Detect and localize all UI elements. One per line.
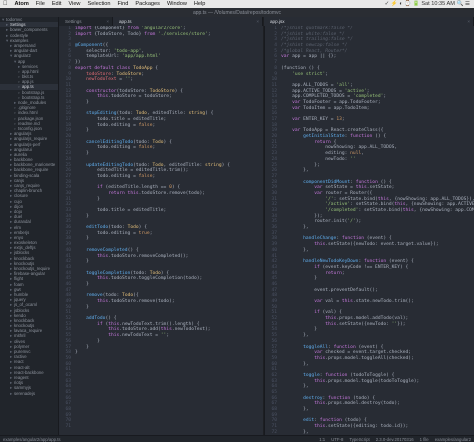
code-area[interactable]: /*jshint quotmark:false *//*jshint white… [281,26,474,435]
menu-find[interactable]: Find [118,1,129,7]
tab-label: app.ts [119,19,132,24]
menu-file[interactable]: File [36,1,45,7]
menu-edit[interactable]: Edit [52,1,62,7]
tab-app-jsx[interactable]: app.jsx × [264,17,474,26]
status-files[interactable]: 1 file [420,437,429,442]
window-title: app.ts — /Volumes/Data/repos/todomvc [0,8,474,17]
close-icon[interactable]: × [256,17,259,26]
menu-help[interactable]: Help [194,1,206,7]
tab-label: Settings [65,19,82,24]
status-ts-version[interactable]: 2.3.0-dev.20170316 [376,437,414,442]
tab-settings[interactable]: Settings × [59,17,113,26]
left-pane-tabs: Settings × app.ts × [59,17,263,26]
status-encoding[interactable]: UTF-8 [331,437,343,442]
menubar-status: ✓ ⚡ ◐ ⌚ 🔋 Sat 10:35 AM 🔍 ☰ [384,1,470,7]
menu-items: Atom File Edit View Selection Find Packages Win… [15,1,206,7]
tab-label: app.jsx [270,19,285,24]
menu-selection[interactable]: Selection [87,1,110,7]
right-editor-pane[interactable]: 1 2 3 4 5 6 7 8 9 10 11 12 13 14 15 16 17 18 19 20 21 22 23 24 2… [264,26,474,435]
status-branch[interactable]: examples/angular2 [435,437,471,442]
menu-atom[interactable]: Atom [15,1,29,7]
status-file-path[interactable]: examples/angular2/app/app.ts [3,437,61,442]
tree-item[interactable]: ▸ serenadejs [0,391,58,396]
apple-icon[interactable]:  [3,1,8,7]
code-line[interactable] [75,424,263,430]
close-icon[interactable]: × [106,17,109,26]
code-area[interactable]: import {Component} from 'angular2/core';… [75,26,263,430]
close-icon[interactable]: × [467,17,470,26]
menu-window[interactable]: Window [167,1,187,7]
menu-view[interactable]: View [68,1,80,7]
menu-packages[interactable]: Packages [135,1,160,7]
tab-app-ts[interactable]: app.ts × [113,17,263,26]
file-tree: ▾ todomvc ▸ Settings ▸ bower_components ▸ codes… [0,17,59,435]
right-pane-tabs: app.jsx × [264,17,474,26]
tree-item-label: serenadejs [14,390,36,396]
status-cursor-position[interactable]: 1:1 [319,437,325,442]
menu-bar:  Atom File Edit View Selection Find Packages W… [0,0,474,8]
line-number-gutter: 1 2 3 4 5 6 7 8 9 10 11 12 13 14 15 16 17 18 19 20 21 22 23 24 2… [271,26,277,435]
line-number-gutter: 1 2 3 4 5 6 7 8 9 10 11 12 13 14 15 16 17 18 19 20 21 22 23 24 2… [65,26,71,430]
left-editor-pane[interactable]: 1 2 3 4 5 6 7 8 9 10 11 12 13 14 15 16 17 18 19 20 21 22 23 24 2… [59,26,263,435]
status-bar: examples/angular2/app/app.ts 1:1 UTF-8 T… [0,435,474,442]
status-grammar[interactable]: TypeScript [349,437,369,442]
